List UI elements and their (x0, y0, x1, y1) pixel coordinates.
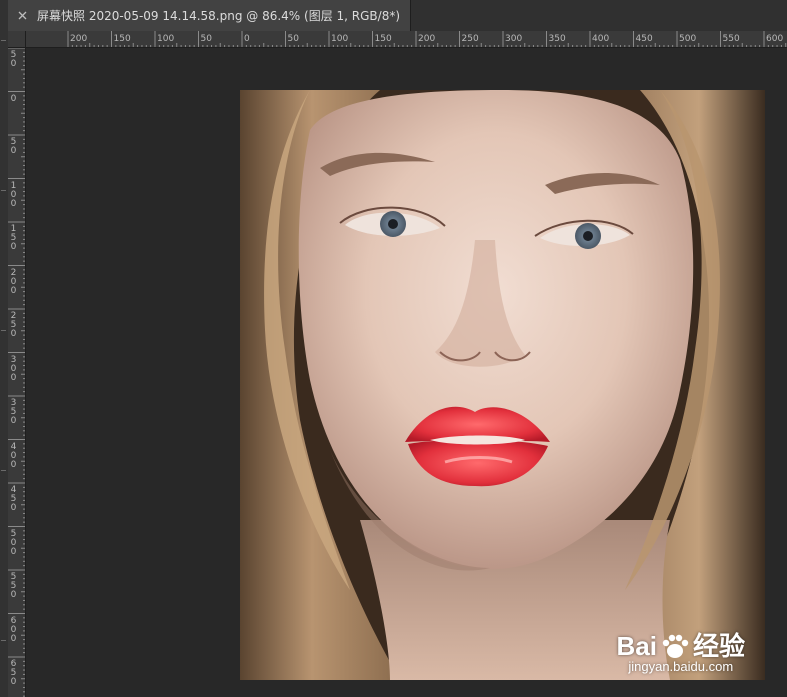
tool-notch (1, 640, 6, 641)
ruler-v-label: 500 (10, 528, 17, 557)
tool-notch (1, 470, 6, 471)
ruler-h-label: 550 (722, 34, 740, 44)
ruler-h-label: 50 (200, 34, 212, 44)
ruler-h-label: 0 (244, 34, 250, 44)
watermark-bai: Bai (616, 631, 657, 661)
tool-notch (1, 190, 6, 191)
ruler-v-label: 150 (10, 224, 17, 252)
watermark-jingyan: 经验 (692, 631, 745, 661)
tool-notch (1, 40, 6, 41)
ruler-h-label: 450 (635, 34, 653, 44)
ruler-v-label: 300 (10, 354, 17, 383)
ruler-v-label: 550 (10, 572, 17, 600)
ruler-h-label: 350 (548, 34, 566, 44)
ruler-h-label: 200 (70, 34, 88, 44)
ruler-h-label: 200 (418, 34, 436, 44)
ruler-v-label: 100 (10, 180, 17, 209)
ruler-v-label: 350 (10, 398, 17, 426)
horizontal-ruler[interactable]: 200 150 100 50 0 50 100 150 200 250 300 350 400 450 50… (26, 31, 787, 48)
document-tab-title: 屏幕快照 2020-05-09 14.14.58.png @ 86.4% (图层… (37, 9, 401, 23)
document-canvas[interactable]: Bai 经验 jingyan.baidu.com (26, 48, 787, 697)
tool-notch (1, 330, 6, 331)
vertical-ruler[interactable]: 50 0 50 100 150 200 250 300 350 400 450 500 550 600 65… (8, 48, 26, 697)
ruler-h-label: 150 (113, 34, 131, 44)
ruler-h-label: 500 (679, 34, 697, 44)
ruler-h-label: 50 (287, 34, 299, 44)
ruler-h-label: 250 (461, 34, 479, 44)
ruler-v-label: 200 (10, 267, 17, 296)
ruler-h-label: 150 (374, 34, 392, 44)
ruler-v-label: 250 (10, 311, 17, 339)
paw-icon (660, 632, 690, 660)
ruler-v-label: 400 (10, 441, 17, 470)
ruler-h-label: 300 (505, 34, 523, 44)
ruler-v-label: 450 (10, 485, 17, 513)
document-tab[interactable]: 屏幕快照 2020-05-09 14.14.58.png @ 86.4% (图层… (8, 0, 411, 31)
ruler-v-label: 50 (10, 50, 17, 69)
ruler-h-label: 600 (766, 34, 784, 44)
ruler-h-label: 100 (331, 34, 349, 44)
baidu-watermark: Bai 经验 jingyan.baidu.com (617, 632, 745, 674)
ruler-v-label: 600 (10, 615, 17, 644)
ruler-v-label: 0 (10, 93, 17, 104)
ruler-h-label: 400 (592, 34, 610, 44)
watermark-brand: Bai 经验 (617, 632, 745, 660)
ruler-h-label: 100 (157, 34, 175, 44)
close-icon[interactable] (15, 9, 29, 23)
ruler-origin[interactable] (8, 31, 26, 48)
ruler-v-label: 50 (10, 137, 17, 156)
ruler-v-label: 650 (10, 659, 17, 687)
portrait-photo: Bai 经验 jingyan.baidu.com (240, 90, 765, 680)
document-tab-bar: 屏幕快照 2020-05-09 14.14.58.png @ 86.4% (图层… (8, 0, 787, 32)
watermark-url: jingyan.baidu.com (628, 659, 734, 674)
